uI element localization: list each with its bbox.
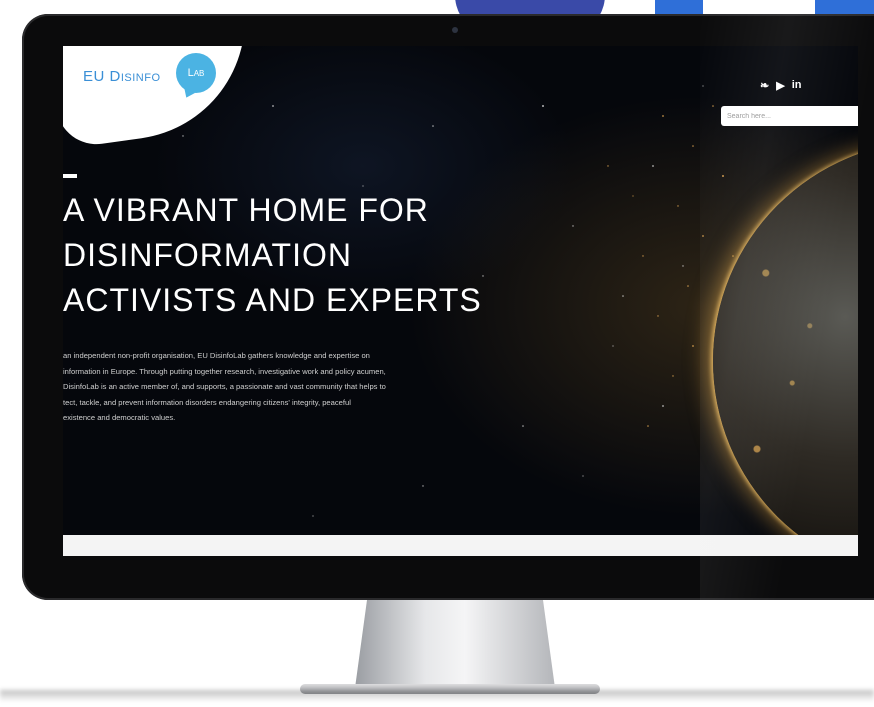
hero-description-line: information in Europe. Through putting t… <box>63 366 386 376</box>
hero-description-line: tect, tackle, and prevent information di… <box>63 397 351 407</box>
hero-description-line: DisinfoLab is an active member of, and s… <box>63 382 386 391</box>
linkedin-icon[interactable]: in <box>792 79 802 92</box>
desk-shadow <box>0 690 874 702</box>
hero-title-line: A VIBRANT HOME FOR <box>63 192 429 228</box>
hero-title-line: DISINFORMATION <box>63 237 352 273</box>
twitter-icon[interactable]: ❧ <box>760 79 769 92</box>
hero-description-line: existence and democratic values. <box>63 413 176 422</box>
hero-accent-rule <box>63 174 77 178</box>
social-links: ❧ ▶ in <box>760 79 801 92</box>
hero-title: A VIBRANT HOME FOR DISINFORMATION ACTIVI… <box>63 188 482 323</box>
webcam-dot <box>452 27 458 33</box>
logo-speech-bubble: Lab <box>176 53 216 93</box>
monitor-stand <box>355 600 555 688</box>
hero-description-line: an independent non-profit organisation, … <box>63 351 370 360</box>
youtube-icon[interactable]: ▶ <box>776 79 784 92</box>
hero-description: an independent non-profit organisation, … <box>63 348 488 426</box>
logo-bubble-text: Lab <box>187 67 205 79</box>
website-screen: EU Disinfo Lab ❧ ▶ in A VIBRANT HOME FOR… <box>63 46 858 556</box>
search-input[interactable] <box>721 106 858 126</box>
logo-text: EU Disinfo <box>83 68 161 85</box>
hero-title-line: ACTIVISTS AND EXPERTS <box>63 282 482 318</box>
page-bottom-strip <box>63 535 858 556</box>
